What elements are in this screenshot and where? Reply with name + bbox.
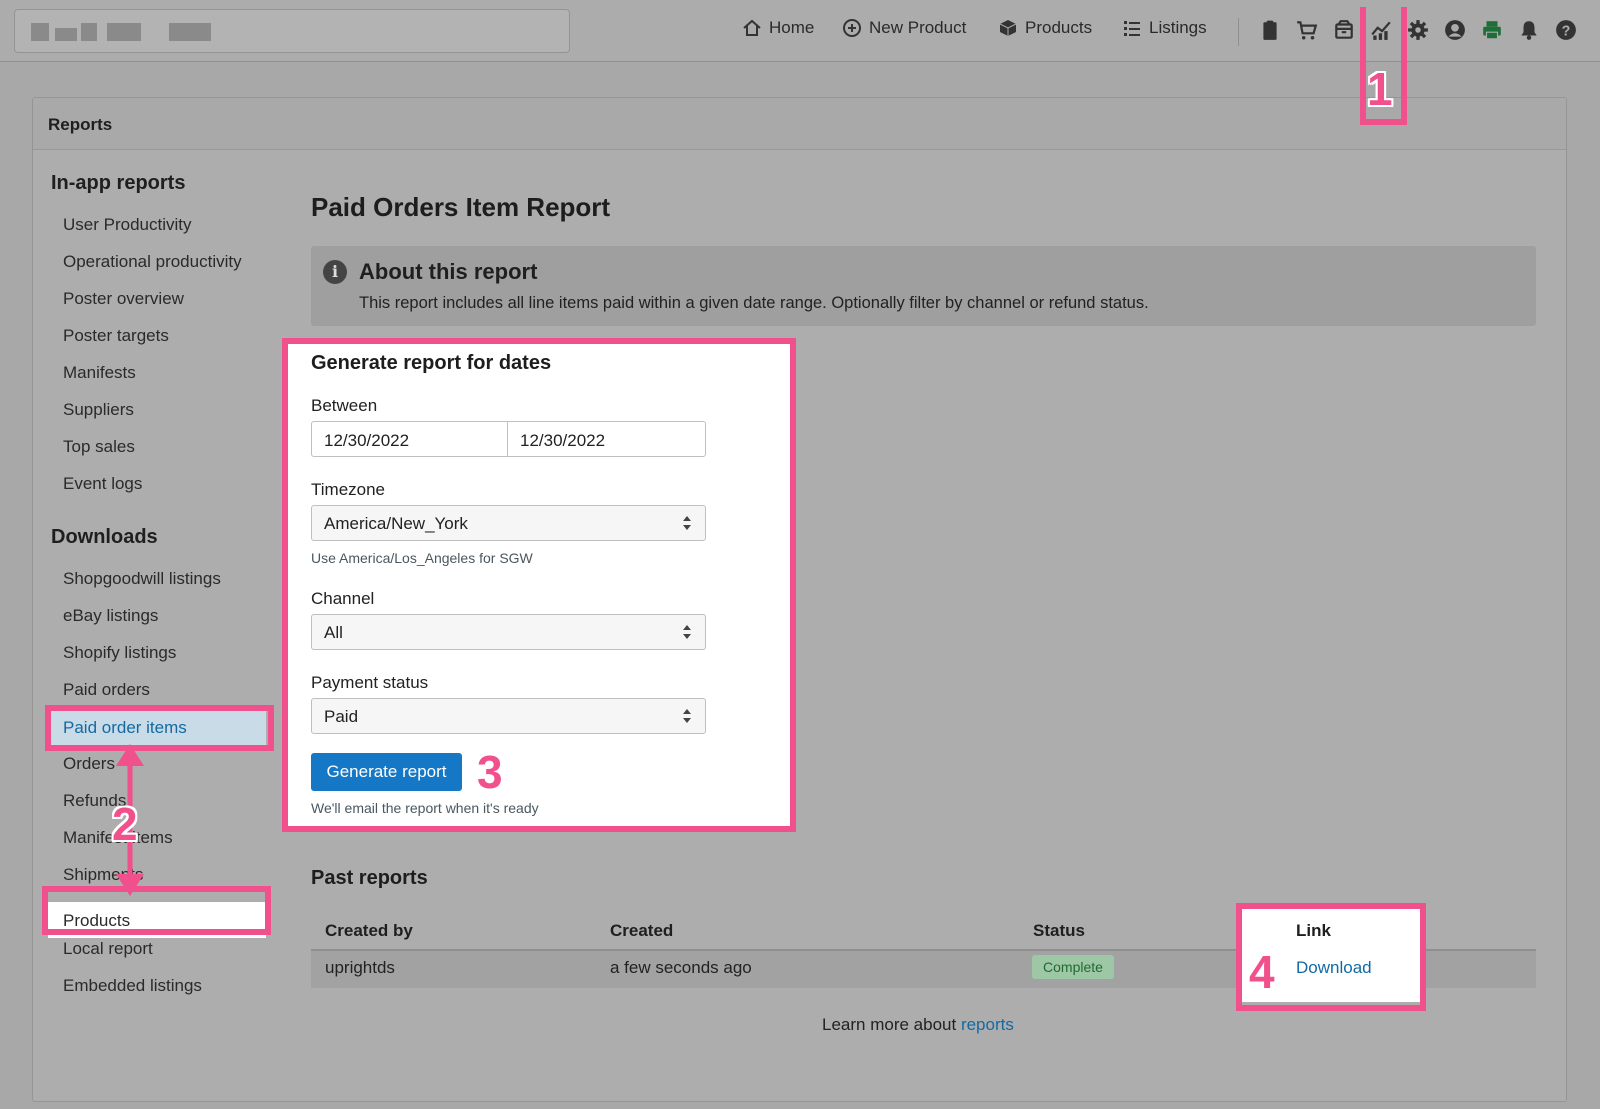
about-title: About this report xyxy=(359,259,538,284)
about-text: This report includes all line items paid… xyxy=(359,294,1149,312)
status-badge: Complete xyxy=(1032,955,1114,979)
cube-icon xyxy=(999,20,1017,36)
home-icon xyxy=(743,19,761,36)
column-created: Created xyxy=(610,921,674,940)
sidebar-item-embedded-listings[interactable]: Embedded listings xyxy=(63,976,202,996)
sidebar-item-poster-overview[interactable]: Poster overview xyxy=(63,289,184,309)
sidebar-item-operational-productivity[interactable]: Operational productivity xyxy=(63,252,242,272)
sidebar-item-top-sales[interactable]: Top sales xyxy=(63,437,135,457)
list-icon xyxy=(1124,21,1140,36)
page-title: Paid Orders Item Report xyxy=(311,192,611,222)
nav-listings[interactable]: Listings xyxy=(1122,18,1207,38)
search-input[interactable] xyxy=(14,9,570,53)
nav-home[interactable]: Home xyxy=(742,18,814,38)
nav-new-product[interactable]: New Product xyxy=(842,18,966,38)
box-icon[interactable] xyxy=(1332,18,1356,42)
sidebar-item-ebay-listings[interactable]: eBay listings xyxy=(63,606,158,626)
annotation-number-2: 2 xyxy=(112,798,138,850)
redacted-text xyxy=(81,23,97,41)
annotation-number-4: 4 xyxy=(1249,946,1275,998)
annotation-number-3: 3 xyxy=(477,746,503,798)
learn-more-prefix: Learn more about xyxy=(822,1015,957,1034)
sidebar-item-suppliers[interactable]: Suppliers xyxy=(63,400,134,420)
sidebar-item-manifests[interactable]: Manifests xyxy=(63,363,136,383)
redacted-text xyxy=(169,23,211,41)
column-status: Status xyxy=(1033,921,1085,940)
sidebar-item-shopgoodwill-listings[interactable]: Shopgoodwill listings xyxy=(63,569,221,589)
sidebar-item-local-report[interactable]: Local report xyxy=(63,939,153,959)
help-icon[interactable]: ? xyxy=(1554,18,1578,42)
bell-icon[interactable] xyxy=(1517,18,1541,42)
nav-products[interactable]: Products xyxy=(998,18,1092,38)
learn-more-text: Learn more about reports xyxy=(822,1015,1014,1035)
plus-circle-icon xyxy=(843,19,861,37)
annotation-box-3 xyxy=(282,338,796,832)
sidebar-item-poster-targets[interactable]: Poster targets xyxy=(63,326,169,346)
reports-link[interactable]: reports xyxy=(961,1015,1014,1034)
nav-new-product-label: New Product xyxy=(869,18,967,37)
cell-created-by: uprightds xyxy=(325,958,395,977)
downloads-heading: Downloads xyxy=(51,526,158,548)
clipboard-icon[interactable] xyxy=(1258,18,1282,42)
nav-divider xyxy=(1238,18,1239,46)
nav-products-label: Products xyxy=(1025,18,1093,37)
column-created-by: Created by xyxy=(325,921,413,940)
sidebar-item-user-productivity[interactable]: User Productivity xyxy=(63,215,191,235)
info-icon: i xyxy=(323,260,347,284)
nav-home-label: Home xyxy=(769,18,815,37)
panel-title: Reports xyxy=(33,98,1566,150)
sidebar-item-event-logs[interactable]: Event logs xyxy=(63,474,142,494)
past-reports-heading: Past reports xyxy=(311,867,428,889)
svg-text:?: ? xyxy=(1562,24,1571,40)
redacted-text xyxy=(55,28,77,41)
inapp-reports-heading: In-app reports xyxy=(51,172,186,194)
redacted-text xyxy=(31,23,49,41)
redacted-text xyxy=(107,23,141,41)
nav-listings-label: Listings xyxy=(1149,18,1207,37)
user-icon[interactable] xyxy=(1443,18,1467,42)
annotation-number-1: 1 xyxy=(1367,63,1393,115)
cell-created: a few seconds ago xyxy=(610,958,752,977)
about-report-callout: i About this report This report includes… xyxy=(311,246,1536,326)
sidebar-item-shopify-listings[interactable]: Shopify listings xyxy=(63,643,176,663)
gear-icon[interactable] xyxy=(1406,18,1430,42)
cart-icon[interactable] xyxy=(1295,18,1319,42)
sidebar-item-paid-orders[interactable]: Paid orders xyxy=(63,680,150,700)
printer-icon[interactable] xyxy=(1480,18,1504,42)
